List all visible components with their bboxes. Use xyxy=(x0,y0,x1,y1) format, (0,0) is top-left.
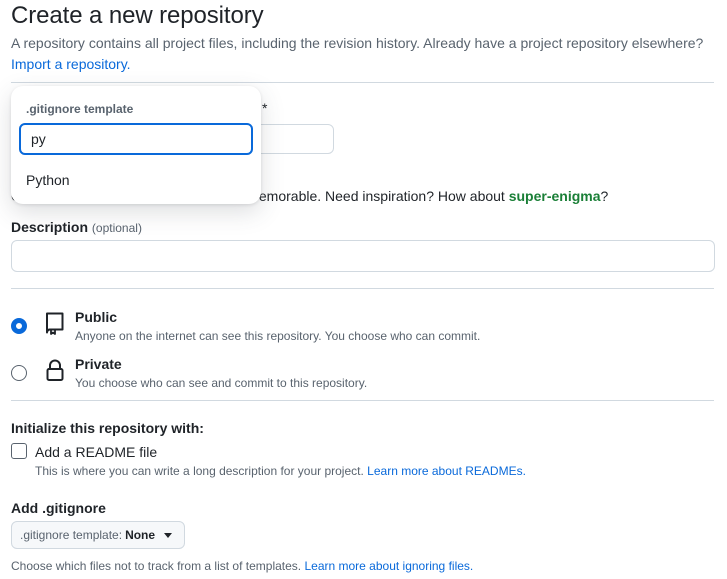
private-title: Private xyxy=(75,356,122,372)
lock-icon xyxy=(44,358,66,387)
chevron-down-icon xyxy=(164,532,173,538)
dropdown-header: .gitignore template xyxy=(26,102,134,116)
readme-note: This is where you can write a long descr… xyxy=(35,464,526,478)
hint-suffix: ? xyxy=(600,188,609,204)
readme-learn-more-link[interactable]: Learn more about READMEs. xyxy=(367,464,526,478)
divider xyxy=(11,82,714,83)
repo-icon xyxy=(44,311,66,340)
gitignore-select-prefix: .gitignore template: xyxy=(20,528,123,542)
readme-checkbox[interactable] xyxy=(11,443,27,459)
gitignore-heading: Add .gitignore xyxy=(11,500,106,516)
gitignore-template-select[interactable]: .gitignore template: None xyxy=(11,521,185,549)
name-suggestion-link[interactable]: super-enigma xyxy=(509,188,601,204)
private-radio[interactable] xyxy=(11,365,27,381)
gitignore-select-value: None xyxy=(125,528,156,542)
description-input[interactable] xyxy=(11,240,715,272)
readme-label[interactable]: Add a README file xyxy=(35,444,157,460)
public-description: Anyone on the internet can see this repo… xyxy=(75,329,481,343)
template-filter-input[interactable] xyxy=(19,123,253,155)
gitignore-note: Choose which files not to track from a l… xyxy=(11,559,473,573)
description-label: Description (optional) xyxy=(11,219,142,235)
readme-note-text: This is where you can write a long descr… xyxy=(35,464,364,478)
description-label-text: Description xyxy=(11,219,89,235)
page-title: Create a new repository xyxy=(11,2,264,29)
optional-tag: (optional) xyxy=(91,221,142,235)
private-description: You choose who can see and commit to thi… xyxy=(75,376,368,390)
divider xyxy=(11,288,714,289)
public-title: Public xyxy=(75,309,118,325)
gitignore-learn-more-link[interactable]: Learn more about ignoring files. xyxy=(304,559,473,573)
import-repository-link[interactable]: Import a repository. xyxy=(11,56,131,72)
page-subtitle: A repository contains all project files,… xyxy=(11,35,704,51)
divider xyxy=(11,400,714,401)
gitignore-template-dropdown: .gitignore template Python xyxy=(11,86,261,204)
gitignore-note-text: Choose which files not to track from a l… xyxy=(11,559,302,573)
hint-text: emorable. Need inspiration? How about xyxy=(258,188,509,204)
required-marker: * xyxy=(262,100,268,116)
initialize-heading: Initialize this repository with: xyxy=(11,420,204,436)
public-radio[interactable] xyxy=(11,318,27,334)
dropdown-item-python[interactable]: Python xyxy=(26,172,70,188)
